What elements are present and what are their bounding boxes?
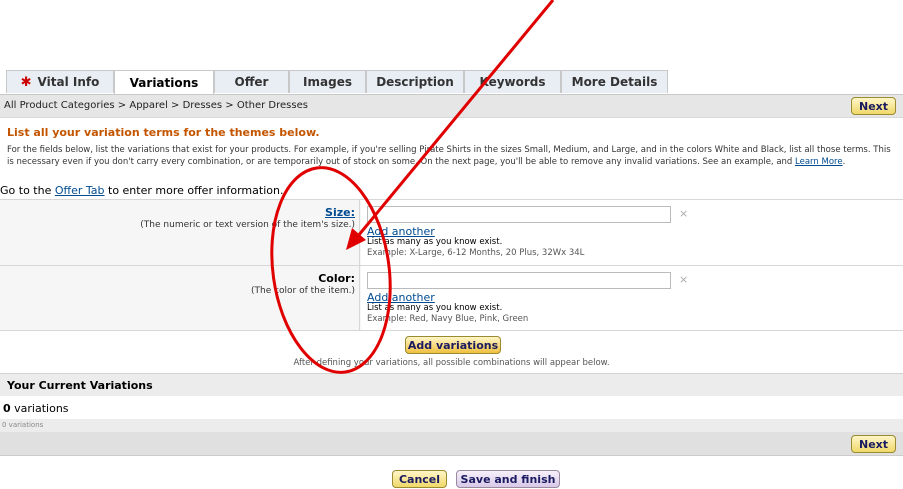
variation-count-suffix: variations [14, 402, 69, 415]
size-row: Size: (The numeric or text version of th… [0, 199, 903, 265]
variation-form: Size: (The numeric or text version of th… [0, 199, 903, 371]
offer-tab-link[interactable]: Offer Tab [55, 184, 105, 197]
learn-more-suffix: . [842, 157, 846, 167]
breadcrumb-bar: All Product Categories > Apparel > Dress… [0, 94, 903, 118]
next-button-bottom[interactable]: Next [851, 435, 896, 453]
variation-count: 0 [3, 402, 11, 415]
size-remove-icon[interactable]: × [679, 207, 688, 220]
save-and-finish-button[interactable]: Save and finish [456, 470, 560, 488]
offer-tab-line: Go to the Offer Tab to enter more offer … [0, 184, 283, 197]
next-button-top[interactable]: Next [851, 97, 896, 115]
color-input[interactable] [367, 272, 671, 289]
tab-keywords[interactable]: Keywords [464, 70, 561, 93]
color-remove-icon[interactable]: × [679, 273, 688, 286]
color-example: Example: Red, Navy Blue, Pink, Green [367, 314, 529, 324]
color-label: Color: [318, 272, 355, 285]
color-sublabel: (The color of the item.) [250, 286, 355, 296]
breadcrumb: All Product Categories > Apparel > Dress… [4, 100, 308, 111]
offer-line-post: to enter more offer information. [108, 184, 284, 197]
tab-label: Images [303, 75, 352, 89]
tab-bar: ✱ Vital Info Variations Offer Images Des… [6, 70, 668, 94]
after-defining-note: After defining your variations, all poss… [293, 358, 610, 368]
tab-label: Variations [129, 75, 199, 90]
tab-label: Keywords [479, 75, 546, 89]
color-label-cell: Color: (The color of the item.) [0, 266, 360, 330]
current-variations-header: Your Current Variations [0, 373, 903, 396]
tab-more-details[interactable]: More Details [561, 70, 668, 93]
instructions-text: For the fields below, list the variation… [7, 144, 892, 168]
tab-label: Description [376, 75, 454, 89]
add-variations-button[interactable]: Add variations [405, 336, 501, 354]
size-label-link[interactable]: Size: [325, 206, 355, 219]
color-row: Color: (The color of the item.) × Add an… [0, 265, 903, 330]
variation-count-line: 0 variations [3, 402, 69, 415]
offer-line-pre: Go to the [0, 184, 52, 197]
color-hint: List as many as you know exist. [367, 303, 503, 313]
tab-label: Vital Info [37, 75, 100, 89]
variation-summary-bar: 0 variations [0, 419, 903, 432]
page-heading: List all your variation terms for the th… [7, 126, 320, 139]
size-sublabel: (The numeric or text version of the item… [140, 220, 355, 230]
instructions-body: For the fields below, list the variation… [7, 145, 891, 167]
learn-more-link[interactable]: Learn More [795, 157, 843, 167]
size-hint: List as many as you know exist. [367, 237, 503, 247]
size-input[interactable] [367, 206, 671, 223]
add-variations-row: Add variations After defining your varia… [0, 330, 903, 371]
tab-variations[interactable]: Variations [114, 70, 214, 94]
color-field-cell: × Add another List as many as you know e… [361, 266, 903, 330]
tab-label: More Details [571, 75, 658, 89]
cancel-button[interactable]: Cancel [392, 470, 447, 488]
size-field-cell: × Add another List as many as you know e… [361, 200, 903, 265]
bottom-bar: Next [0, 432, 903, 456]
tab-description[interactable]: Description [366, 70, 464, 93]
tab-vital-info[interactable]: ✱ Vital Info [6, 70, 114, 93]
tab-images[interactable]: Images [289, 70, 366, 93]
current-variations-title: Your Current Variations [7, 379, 153, 392]
required-star-icon: ✱ [20, 74, 32, 90]
tab-offer[interactable]: Offer [214, 70, 289, 93]
tab-label: Offer [234, 75, 269, 89]
size-label-cell: Size: (The numeric or text version of th… [0, 200, 360, 265]
size-example: Example: X-Large, 6-12 Months, 20 Plus, … [367, 248, 585, 258]
